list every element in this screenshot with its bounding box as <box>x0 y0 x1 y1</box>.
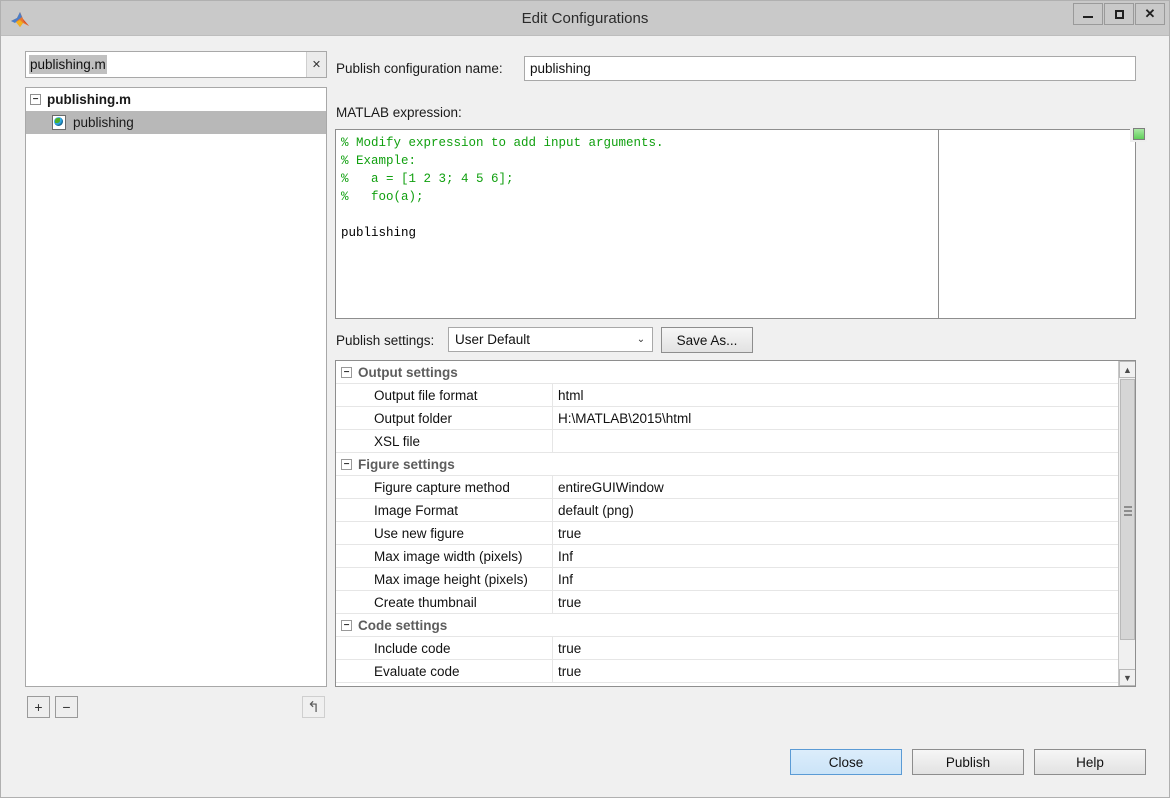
settings-row[interactable]: Max image width (pixels)Inf <box>336 545 1119 568</box>
expression-code-text[interactable]: % Modify expression to add input argumen… <box>336 130 939 318</box>
settings-row[interactable]: Output folderH:\MATLAB\2015\html <box>336 407 1119 430</box>
settings-row[interactable]: Create thumbnailtrue <box>336 591 1119 614</box>
expression-line: % Modify expression to add input argumen… <box>341 134 938 152</box>
collapse-expander-icon[interactable]: − <box>341 367 352 378</box>
setting-key: Max image height (pixels) <box>336 572 552 587</box>
settings-row[interactable]: Include codetrue <box>336 637 1119 660</box>
settings-row[interactable]: Evaluate codetrue <box>336 660 1119 683</box>
setting-value[interactable]: Inf <box>552 568 1119 591</box>
scrollbar-grip-icon <box>1124 506 1132 514</box>
config-name-label: Publish configuration name: <box>336 61 503 76</box>
setting-key: Output folder <box>336 411 552 426</box>
remove-configuration-button[interactable]: − <box>55 696 78 718</box>
configuration-search-box[interactable]: publishing.m ✕ <box>25 51 327 78</box>
setting-value[interactable]: true <box>552 637 1119 660</box>
publish-settings-table: −Output settingsOutput file formathtmlOu… <box>335 360 1136 687</box>
expression-line: % a = [1 2 3; 4 5 6]; <box>341 170 938 188</box>
expression-line <box>341 206 938 224</box>
setting-value[interactable]: true <box>552 591 1119 614</box>
publish-settings-select[interactable]: User Default ⌄ <box>448 327 653 352</box>
settings-group-label: Output settings <box>358 365 458 380</box>
expression-secondary-pane <box>940 130 1136 318</box>
publish-settings-label: Publish settings: <box>336 333 434 348</box>
setting-key: Evaluate code <box>336 664 552 679</box>
tree-file-label: publishing.m <box>47 92 131 107</box>
settings-table-body: −Output settingsOutput file formathtmlOu… <box>336 361 1119 686</box>
settings-table-scrollbar[interactable]: ▲ ▼ <box>1118 361 1135 686</box>
edit-configurations-dialog: Edit Configurations ✕ publishing.m ✕ − p… <box>0 0 1170 798</box>
setting-key: Include code <box>336 641 552 656</box>
search-input[interactable] <box>26 52 306 77</box>
scroll-down-icon[interactable]: ▼ <box>1119 669 1136 686</box>
html-file-icon <box>52 115 66 130</box>
collapse-expander-icon[interactable]: − <box>341 620 352 631</box>
matlab-expression-editor[interactable]: % Modify expression to add input argumen… <box>335 129 1136 319</box>
setting-key: Image Format <box>336 503 552 518</box>
title-bar: Edit Configurations ✕ <box>1 1 1169 36</box>
setting-value[interactable]: Inf <box>552 545 1119 568</box>
expression-line: % foo(a); <box>341 188 938 206</box>
setting-key: Create thumbnail <box>336 595 552 610</box>
revert-button[interactable]: ↰ <box>302 696 325 718</box>
add-configuration-button[interactable]: + <box>27 696 50 718</box>
maximize-button[interactable] <box>1104 3 1134 25</box>
publish-button[interactable]: Publish <box>912 749 1024 775</box>
scrollbar-thumb[interactable] <box>1120 379 1135 640</box>
setting-value[interactable]: H:\MATLAB\2015\html <box>552 407 1119 430</box>
settings-row[interactable]: Max image height (pixels)Inf <box>336 568 1119 591</box>
window-title: Edit Configurations <box>1 1 1169 36</box>
settings-group-header[interactable]: −Figure settings <box>336 453 1119 476</box>
window-controls: ✕ <box>1072 3 1165 25</box>
settings-row[interactable]: Output file formathtml <box>336 384 1119 407</box>
close-window-button[interactable]: ✕ <box>1135 3 1165 25</box>
setting-key: Output file format <box>336 388 552 403</box>
setting-value[interactable]: html <box>552 384 1119 407</box>
scroll-up-icon[interactable]: ▲ <box>1119 361 1136 378</box>
settings-row[interactable]: XSL file <box>336 430 1119 453</box>
minimize-button[interactable] <box>1073 3 1103 25</box>
settings-group-label: Figure settings <box>358 457 455 472</box>
setting-key: XSL file <box>336 434 552 449</box>
clear-search-icon[interactable]: ✕ <box>306 52 326 77</box>
setting-value[interactable]: default (png) <box>552 499 1119 522</box>
tree-row-configuration[interactable]: publishing <box>26 111 326 134</box>
setting-value[interactable]: entireGUIWindow <box>552 476 1119 499</box>
setting-key: Max image width (pixels) <box>336 549 552 564</box>
close-button[interactable]: Close <box>790 749 902 775</box>
expression-line: publishing <box>341 224 938 242</box>
config-name-input[interactable] <box>524 56 1136 81</box>
expression-line: % Example: <box>341 152 938 170</box>
setting-value[interactable]: true <box>552 660 1119 683</box>
chevron-down-icon[interactable]: ⌄ <box>630 334 652 345</box>
setting-value[interactable]: true <box>552 522 1119 545</box>
settings-group-header[interactable]: −Code settings <box>336 614 1119 637</box>
publish-settings-value: User Default <box>449 332 630 347</box>
collapse-expander-icon[interactable]: − <box>341 459 352 470</box>
settings-row[interactable]: Image Formatdefault (png) <box>336 499 1119 522</box>
configurations-tree[interactable]: − publishing.m publishing <box>25 87 327 687</box>
tree-action-buttons: + − <box>27 696 83 718</box>
collapse-expander-icon[interactable]: − <box>30 94 41 105</box>
save-as-button[interactable]: Save As... <box>661 327 753 353</box>
settings-row[interactable]: Use new figuretrue <box>336 522 1119 545</box>
help-button[interactable]: Help <box>1034 749 1146 775</box>
tree-configuration-label: publishing <box>73 115 134 130</box>
code-analyzer-ok-icon[interactable] <box>1133 128 1145 140</box>
setting-key: Figure capture method <box>336 480 552 495</box>
setting-key: Use new figure <box>336 526 552 541</box>
setting-value[interactable] <box>552 430 1119 453</box>
settings-row[interactable]: Figure capture methodentireGUIWindow <box>336 476 1119 499</box>
settings-group-label: Code settings <box>358 618 447 633</box>
settings-group-header[interactable]: −Output settings <box>336 361 1119 384</box>
tree-row-file[interactable]: − publishing.m <box>26 88 326 111</box>
matlab-expression-label: MATLAB expression: <box>336 105 462 120</box>
